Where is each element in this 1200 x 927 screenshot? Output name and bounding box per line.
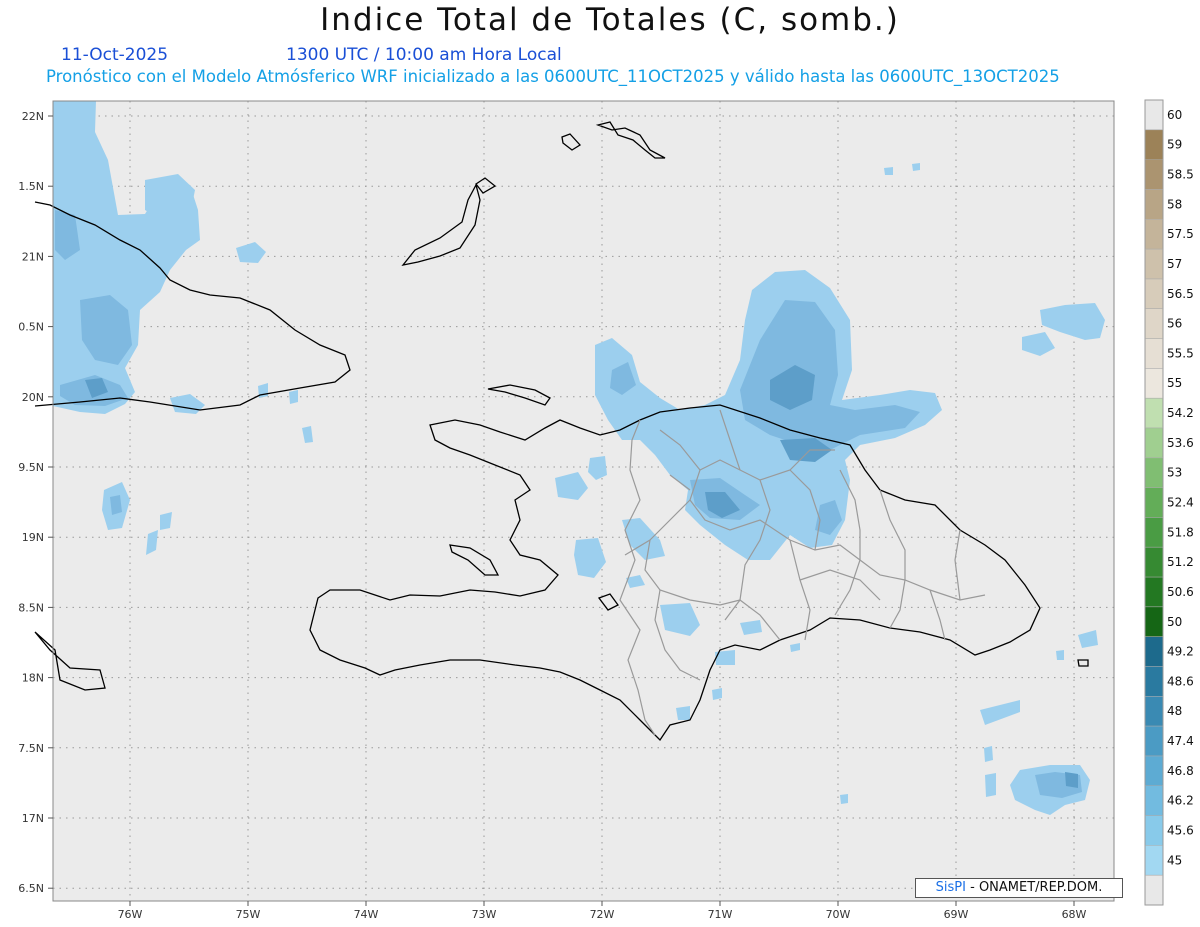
colorbar-swatch bbox=[1145, 338, 1163, 369]
lat-tick-label: 19N bbox=[22, 531, 44, 544]
colorbar-swatch bbox=[1145, 696, 1163, 727]
credit-brand: SisPI bbox=[935, 880, 966, 895]
lat-tick-label: 20N bbox=[22, 391, 44, 404]
colorbar-swatch bbox=[1145, 517, 1163, 548]
colorbar-swatch bbox=[1145, 845, 1163, 876]
colorbar-swatch bbox=[1145, 278, 1163, 310]
colorbar-swatch bbox=[1145, 219, 1163, 250]
lon-tick-label: 69W bbox=[944, 908, 969, 921]
lat-tick-label: 0.5N bbox=[18, 321, 44, 334]
map-panel bbox=[53, 101, 1114, 901]
colorbar-label: 59 bbox=[1167, 138, 1182, 152]
colorbar-label: 58.5 bbox=[1167, 168, 1194, 182]
lat-tick-label: 9.5N bbox=[18, 461, 44, 474]
colorbar-label: 51.8 bbox=[1167, 525, 1194, 539]
colorbar-swatch bbox=[1145, 606, 1163, 638]
colorbar-label: 49.2 bbox=[1167, 645, 1194, 659]
colorbar-label: 46.2 bbox=[1167, 794, 1194, 808]
lon-tick-label: 75W bbox=[236, 908, 261, 921]
lat-tick-label: 8.5N bbox=[18, 601, 44, 614]
colorbar-label: 48 bbox=[1167, 704, 1182, 718]
colorbar-label: 50.6 bbox=[1167, 585, 1194, 599]
colorbar: 60 59 58.5 58 57.5 57 56.5 56 55.5 55 54.2 53.6 53 52… bbox=[1144, 99, 1194, 906]
colorbar-label: 60 bbox=[1167, 108, 1182, 122]
colorbar-label: 48.6 bbox=[1167, 674, 1194, 688]
credit-box: SisPI - ONAMET/REP.DOM. bbox=[915, 878, 1123, 898]
colorbar-swatch bbox=[1145, 547, 1163, 578]
lat-tick-label: 18N bbox=[22, 672, 44, 685]
lat-tick-label: 1.5N bbox=[18, 180, 44, 193]
longitude-tick-labels: 76W 75W 74W 73W 72W 71W 70W 69W 68W bbox=[118, 901, 1087, 921]
colorbar-swatch bbox=[1145, 457, 1163, 489]
colorbar-label: 53.6 bbox=[1167, 436, 1194, 450]
lon-tick-label: 73W bbox=[472, 908, 497, 921]
colorbar-label: 45 bbox=[1167, 853, 1182, 867]
colorbar-label: 47.4 bbox=[1167, 734, 1194, 748]
lat-tick-label: 6.5N bbox=[18, 882, 44, 895]
colorbar-label: 56.5 bbox=[1167, 287, 1194, 301]
lon-tick-label: 74W bbox=[354, 908, 379, 921]
forecast-time: 1300 UTC / 10:00 am Hora Local bbox=[286, 45, 562, 65]
colorbar-label: 57.5 bbox=[1167, 227, 1194, 241]
colorbar-swatch bbox=[1145, 129, 1163, 161]
colorbar-label: 51.2 bbox=[1167, 555, 1194, 569]
colorbar-label: 45.6 bbox=[1167, 823, 1194, 837]
colorbar-swatch bbox=[1145, 785, 1163, 817]
colorbar-swatch bbox=[1145, 666, 1163, 697]
lat-tick-label: 21N bbox=[22, 250, 44, 263]
colorbar-swatch bbox=[1145, 398, 1163, 429]
colorbar-swatch bbox=[1145, 636, 1163, 667]
colorbar-swatch bbox=[1145, 308, 1163, 340]
colorbar-swatch bbox=[1145, 249, 1163, 280]
colorbar-swatch bbox=[1145, 726, 1163, 757]
forecast-date: 11-Oct-2025 bbox=[61, 45, 169, 65]
colorbar-swatch bbox=[1145, 487, 1163, 518]
lon-tick-label: 70W bbox=[826, 908, 851, 921]
colorbar-label: 52.4 bbox=[1167, 496, 1194, 510]
lat-tick-label: 7.5N bbox=[18, 742, 44, 755]
lat-tick-label: 17N bbox=[22, 812, 44, 825]
lon-tick-label: 72W bbox=[590, 908, 615, 921]
lat-tick-label: 22N bbox=[22, 110, 44, 123]
colorbar-swatch bbox=[1145, 815, 1163, 846]
colorbar-label: 55.5 bbox=[1167, 346, 1194, 360]
credit-org: - ONAMET/REP.DOM. bbox=[965, 880, 1103, 895]
colorbar-swatch bbox=[1145, 577, 1163, 608]
map-title: Indice Total de Totales (C, somb.) bbox=[320, 2, 900, 38]
colorbar-swatch bbox=[1145, 189, 1163, 220]
lon-tick-label: 68W bbox=[1062, 908, 1087, 921]
colorbar-label: 55 bbox=[1167, 376, 1182, 390]
colorbar-swatch bbox=[1145, 875, 1163, 906]
forecast-subtitle: Pronóstico con el Modelo Atmósferico WRF… bbox=[46, 67, 1060, 86]
colorbar-label: 53 bbox=[1167, 466, 1182, 480]
lon-tick-label: 71W bbox=[708, 908, 733, 921]
colorbar-label: 50 bbox=[1167, 615, 1182, 629]
latitude-tick-labels: 22N 1.5N 21N 0.5N 20N 9.5N 19N 8.5N 18N 7.5N 17N 6.… bbox=[18, 110, 53, 895]
colorbar-label: 58 bbox=[1167, 197, 1182, 211]
colorbar-swatch bbox=[1145, 427, 1163, 459]
colorbar-label: 54.2 bbox=[1167, 406, 1194, 420]
colorbar-label: 57 bbox=[1167, 257, 1182, 271]
colorbar-label: 46.8 bbox=[1167, 764, 1194, 778]
colorbar-swatch bbox=[1145, 755, 1163, 787]
colorbar-swatch bbox=[1145, 100, 1163, 131]
map-figure: 76W 75W 74W 73W 72W 71W 70W 69W 68W 22N 1.5N 21N 0.… bbox=[18, 99, 1194, 921]
colorbar-swatch bbox=[1145, 368, 1163, 399]
lon-tick-label: 76W bbox=[118, 908, 143, 921]
colorbar-swatch bbox=[1145, 159, 1163, 190]
colorbar-label: 56 bbox=[1167, 317, 1182, 331]
